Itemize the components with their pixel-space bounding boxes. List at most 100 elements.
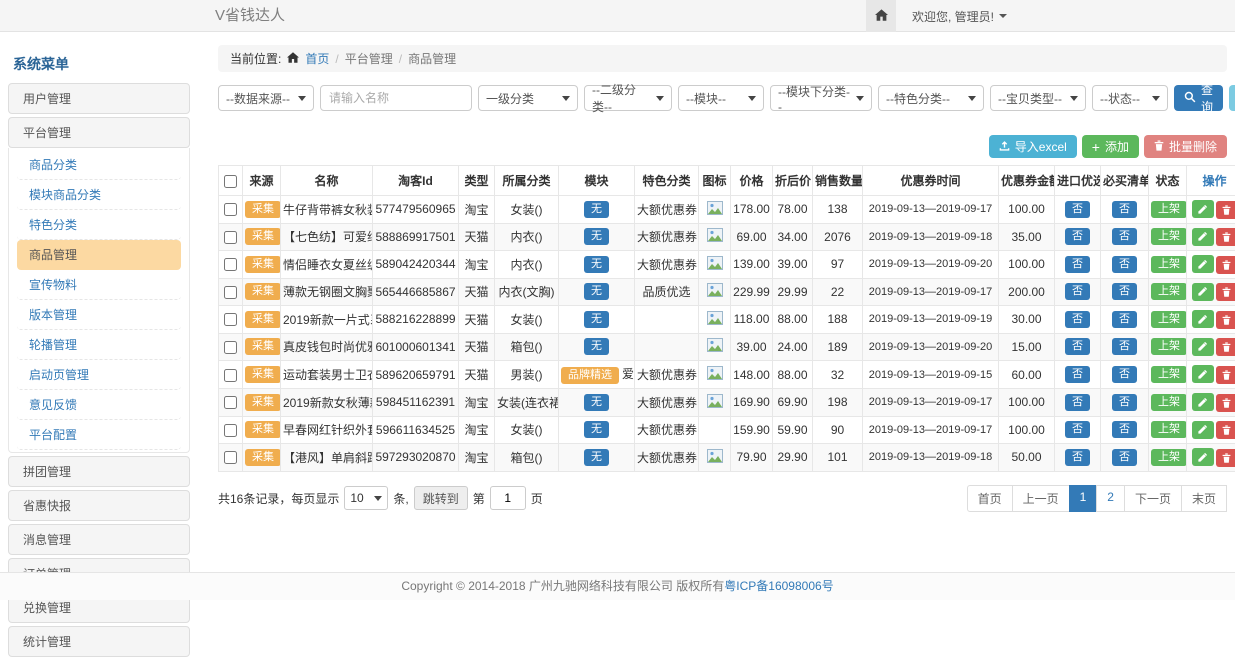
edit-button[interactable] [1192,228,1214,246]
pager-item[interactable]: 1 [1069,485,1098,512]
edit-button[interactable] [1192,338,1214,356]
import-select-toggle[interactable]: 否 [1065,283,1090,300]
page-number-input[interactable] [490,486,526,510]
edit-button[interactable] [1192,255,1214,273]
sidebar-subitem[interactable]: 宣传物料 [17,270,181,300]
delete-button[interactable] [1216,311,1235,329]
delete-button[interactable] [1216,201,1235,219]
filter-select[interactable]: --特色分类-- [878,85,984,111]
status-badge[interactable]: 上架 [1151,366,1187,383]
import-select-toggle[interactable]: 否 [1065,421,1090,438]
row-checkbox[interactable] [224,424,237,437]
pager-item[interactable]: 首页 [967,485,1013,512]
sidebar-subitem[interactable]: 特色分类 [17,210,181,240]
import-select-toggle[interactable]: 否 [1065,394,1090,411]
jump-button[interactable]: 跳转到 [414,486,468,510]
delete-button[interactable] [1216,366,1235,384]
status-badge[interactable]: 上架 [1151,201,1187,218]
row-checkbox[interactable] [224,369,237,382]
status-badge[interactable]: 上架 [1151,421,1187,438]
status-badge[interactable]: 上架 [1151,394,1187,411]
status-badge[interactable]: 上架 [1151,449,1187,466]
edit-button[interactable] [1192,200,1214,218]
must-buy-toggle[interactable]: 否 [1112,394,1137,411]
sidebar-item-group[interactable]: 消息管理 [8,524,190,555]
filter-select[interactable]: 一级分类 [478,85,578,111]
row-checkbox[interactable] [224,451,237,464]
must-buy-toggle[interactable]: 否 [1112,338,1137,355]
status-badge[interactable]: 上架 [1151,283,1187,300]
sidebar-subitem[interactable]: 模块商品分类 [17,180,181,210]
add-button[interactable]: + 添加 [1082,135,1139,158]
sidebar-subitem[interactable]: 平台配置 [17,420,181,450]
must-buy-toggle[interactable]: 否 [1112,228,1137,245]
sidebar-item-platform-mgmt[interactable]: 平台管理 [8,117,190,148]
row-checkbox[interactable] [224,341,237,354]
user-menu[interactable]: 欢迎您, 管理员! [912,8,1007,25]
sidebar-subitem[interactable]: 启动页管理 [17,360,181,390]
edit-button[interactable] [1192,448,1214,466]
row-checkbox[interactable] [224,258,237,271]
filter-select[interactable]: --模块下分类-- [770,85,872,111]
must-buy-toggle[interactable]: 否 [1112,366,1137,383]
edit-button[interactable] [1192,310,1214,328]
delete-button[interactable] [1216,449,1235,467]
status-badge[interactable]: 上架 [1151,311,1187,328]
edit-button[interactable] [1192,283,1214,301]
import-select-toggle[interactable]: 否 [1065,256,1090,273]
must-buy-toggle[interactable]: 否 [1112,311,1137,328]
sidebar-item-group[interactable]: 统计管理 [8,626,190,657]
pager-item[interactable]: 上一页 [1012,485,1070,512]
status-badge[interactable]: 上架 [1151,256,1187,273]
sidebar-subitem[interactable]: 商品管理 [17,240,181,270]
pager-item[interactable]: 末页 [1181,485,1227,512]
must-buy-toggle[interactable]: 否 [1112,449,1137,466]
must-buy-toggle[interactable]: 否 [1112,201,1137,218]
row-checkbox[interactable] [224,313,237,326]
delete-button[interactable] [1216,421,1235,439]
edit-button[interactable] [1192,365,1214,383]
sidebar-subitem[interactable]: 商品分类 [17,150,181,180]
pager-item[interactable]: 2 [1096,485,1125,512]
sidebar-item-group[interactable]: 省惠快报 [8,490,190,521]
delete-button[interactable] [1216,338,1235,356]
page-size-select[interactable]: 10 [344,486,388,510]
must-buy-toggle[interactable]: 否 [1112,256,1137,273]
filter-select-source[interactable]: --数据来源-- [218,85,314,111]
row-checkbox[interactable] [224,286,237,299]
import-select-toggle[interactable]: 否 [1065,311,1090,328]
filter-select[interactable]: --宝贝类型-- [990,85,1086,111]
filter-select[interactable]: --状态-- [1092,85,1168,111]
delete-button[interactable] [1216,256,1235,274]
filter-select[interactable]: --二级分类-- [584,85,672,111]
edit-button[interactable] [1192,421,1214,439]
import-select-toggle[interactable]: 否 [1065,449,1090,466]
edit-button[interactable] [1192,393,1214,411]
delete-button[interactable] [1216,228,1235,246]
batch-delete-button[interactable]: 批量删除 [1144,135,1227,158]
sidebar-item-user-mgmt[interactable]: 用户管理 [8,83,190,114]
filter-select[interactable]: --模块-- [678,85,764,111]
import-excel-button[interactable]: 导入excel [989,135,1077,158]
row-checkbox[interactable] [224,231,237,244]
import-select-toggle[interactable]: 否 [1065,366,1090,383]
search-button[interactable]: 查询 [1174,85,1223,111]
breadcrumb-home-link[interactable]: 首页 [305,50,329,67]
import-select-toggle[interactable]: 否 [1065,338,1090,355]
select-all-checkbox[interactable] [224,175,237,188]
delete-button[interactable] [1216,394,1235,412]
status-badge[interactable]: 上架 [1151,338,1187,355]
home-button[interactable] [866,0,896,32]
import-select-toggle[interactable]: 否 [1065,228,1090,245]
status-badge[interactable]: 上架 [1151,228,1187,245]
must-buy-toggle[interactable]: 否 [1112,421,1137,438]
delete-button[interactable] [1216,283,1235,301]
import-select-toggle[interactable]: 否 [1065,201,1090,218]
sidebar-subitem[interactable]: 版本管理 [17,300,181,330]
must-buy-toggle[interactable]: 否 [1112,283,1137,300]
pager-item[interactable]: 下一页 [1124,485,1182,512]
row-checkbox[interactable] [224,203,237,216]
sidebar-subitem[interactable]: 轮播管理 [17,330,181,360]
icp-link[interactable]: 粤ICP备16098006号 [724,579,833,593]
name-search-input[interactable] [320,85,472,111]
